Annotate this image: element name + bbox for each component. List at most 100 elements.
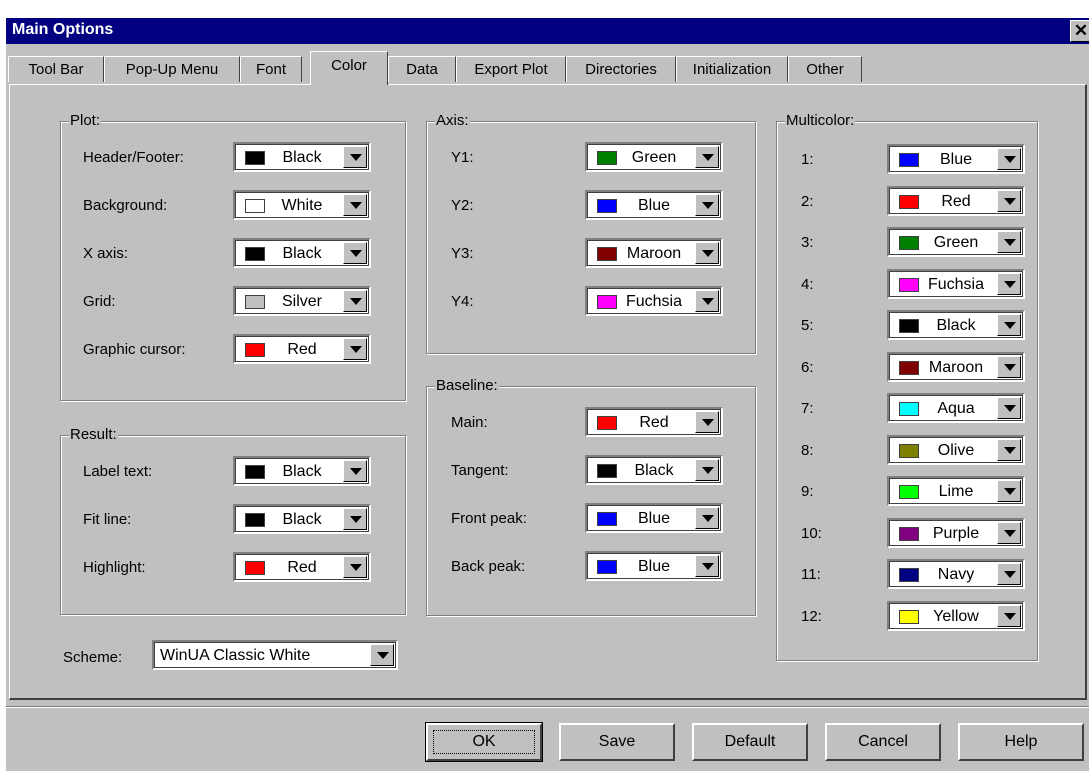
baseline-color-select[interactable]: Blue (585, 503, 723, 533)
save-button[interactable]: Save (559, 723, 675, 761)
baseline-color-select[interactable]: Red (585, 407, 723, 437)
dropdown-button[interactable] (695, 459, 719, 481)
result-group: Result: Label text: Black Fit line: Black Hi… (60, 426, 406, 615)
tab-tool-bar[interactable]: Tool Bar (8, 56, 104, 82)
default-button[interactable]: Default (692, 723, 808, 761)
multicolor-group-title: Multicolor: (785, 112, 856, 129)
dropdown-button[interactable] (343, 338, 367, 360)
dropdown-button[interactable] (343, 508, 367, 530)
baseline-row-label: Main: (451, 414, 488, 431)
axis-color-select[interactable]: Green (585, 142, 723, 172)
scheme-select[interactable]: WinUA Classic White (152, 640, 398, 670)
tab-export-plot[interactable]: Export Plot (456, 56, 566, 82)
dropdown-button[interactable] (343, 146, 367, 168)
chevron-down-icon (702, 419, 714, 426)
result-color-select[interactable]: Black (233, 456, 371, 486)
baseline-color-select[interactable]: Blue (585, 551, 723, 581)
plot-color-select[interactable]: Red (233, 334, 371, 364)
dropdown-button[interactable] (343, 194, 367, 216)
multicolor-color-select[interactable]: Fuchsia (887, 268, 1025, 299)
dropdown-button[interactable] (997, 604, 1021, 627)
baseline-color-select[interactable]: Black (585, 455, 723, 485)
multicolor-color-select[interactable]: Blue (887, 144, 1025, 174)
multicolor-color-select[interactable]: Purple (887, 517, 1025, 548)
dropdown-button[interactable] (343, 556, 367, 578)
color-swatch (899, 277, 919, 292)
dropdown-button[interactable] (997, 148, 1021, 170)
dropdown-button[interactable] (343, 460, 367, 482)
dropdown-button[interactable] (695, 146, 719, 168)
multicolor-color-select[interactable]: Maroon (887, 351, 1025, 382)
dialog-client: Tool Bar Pop-Up Menu Font Color Data Exp… (6, 44, 1089, 771)
tab-pop-up-menu[interactable]: Pop-Up Menu (104, 56, 240, 82)
dropdown-button[interactable] (997, 189, 1021, 212)
multicolor-color-select[interactable]: Olive (887, 434, 1025, 465)
dropdown-button[interactable] (997, 231, 1021, 253)
dropdown-button[interactable] (997, 272, 1021, 295)
axis-row-label: Y4: (451, 293, 474, 310)
result-color-select[interactable]: Red (233, 552, 371, 582)
dropdown-button[interactable] (997, 480, 1021, 502)
dropdown-button[interactable] (695, 411, 719, 433)
tab-initialization[interactable]: Initialization (676, 56, 788, 82)
multicolor-color-select[interactable]: Lime (887, 476, 1025, 506)
multicolor-color-value: Fuchsia (927, 275, 985, 293)
multicolor-color-select[interactable]: Black (887, 310, 1025, 340)
dropdown-button[interactable] (997, 355, 1021, 378)
dropdown-button[interactable] (997, 563, 1021, 585)
axis-row-label: Y1: (451, 149, 474, 166)
cancel-button-label: Cancel (858, 733, 908, 750)
dropdown-button[interactable] (695, 507, 719, 529)
tab-other[interactable]: Other (788, 56, 862, 82)
dropdown-button[interactable] (343, 242, 367, 264)
plot-row-label: Header/Footer: (83, 149, 184, 166)
multicolor-color-select[interactable]: Red (887, 185, 1025, 216)
chevron-down-icon (702, 298, 714, 305)
close-button[interactable]: ✕ (1070, 20, 1089, 42)
color-swatch (245, 295, 265, 309)
dropdown-button[interactable] (695, 194, 719, 216)
axis-color-select[interactable]: Blue (585, 190, 723, 220)
title-bar[interactable]: Main Options ✕ (6, 18, 1089, 44)
color-swatch (899, 485, 919, 499)
baseline-color-value: Red (639, 414, 669, 431)
tab-directories[interactable]: Directories (566, 56, 676, 82)
chevron-down-icon (702, 563, 714, 570)
color-swatch (245, 199, 265, 213)
dropdown-button[interactable] (997, 397, 1021, 419)
multicolor-color-select[interactable]: Yellow (887, 600, 1025, 631)
dropdown-button[interactable] (695, 242, 719, 264)
plot-color-select[interactable]: White (233, 190, 371, 220)
plot-row-label: Grid: (83, 293, 116, 310)
tab-font[interactable]: Font (240, 56, 302, 82)
dropdown-button[interactable] (695, 290, 719, 312)
ok-button[interactable]: OK (425, 722, 543, 762)
axis-color-select[interactable]: Fuchsia (585, 286, 723, 316)
plot-color-select[interactable]: Silver (233, 286, 371, 316)
chevron-down-icon (1004, 280, 1016, 288)
plot-color-select[interactable]: Black (233, 142, 371, 172)
help-button-label: Help (1004, 733, 1038, 750)
multicolor-color-select[interactable]: Navy (887, 559, 1025, 589)
cancel-button[interactable]: Cancel (825, 723, 941, 761)
result-color-value: Red (287, 559, 317, 576)
color-swatch (597, 512, 617, 526)
chevron-down-icon (350, 154, 362, 161)
dropdown-button[interactable] (997, 521, 1021, 544)
multicolor-color-value: Aqua (937, 400, 975, 417)
tab-data[interactable]: Data (388, 56, 456, 82)
dropdown-button[interactable] (695, 555, 719, 577)
result-color-select[interactable]: Black (233, 504, 371, 534)
axis-color-value: Maroon (626, 245, 682, 262)
multicolor-color-select[interactable]: Aqua (887, 393, 1025, 423)
dropdown-button[interactable] (997, 438, 1021, 461)
dropdown-button[interactable] (997, 314, 1021, 336)
scheme-dropdown-button[interactable] (370, 644, 394, 666)
help-button[interactable]: Help (958, 723, 1084, 761)
dropdown-button[interactable] (343, 290, 367, 312)
plot-color-select[interactable]: Black (233, 238, 371, 268)
tab-color[interactable]: Color (310, 51, 388, 85)
axis-color-select[interactable]: Maroon (585, 238, 723, 268)
baseline-color-value: Blue (637, 510, 671, 527)
multicolor-color-select[interactable]: Green (887, 227, 1025, 257)
